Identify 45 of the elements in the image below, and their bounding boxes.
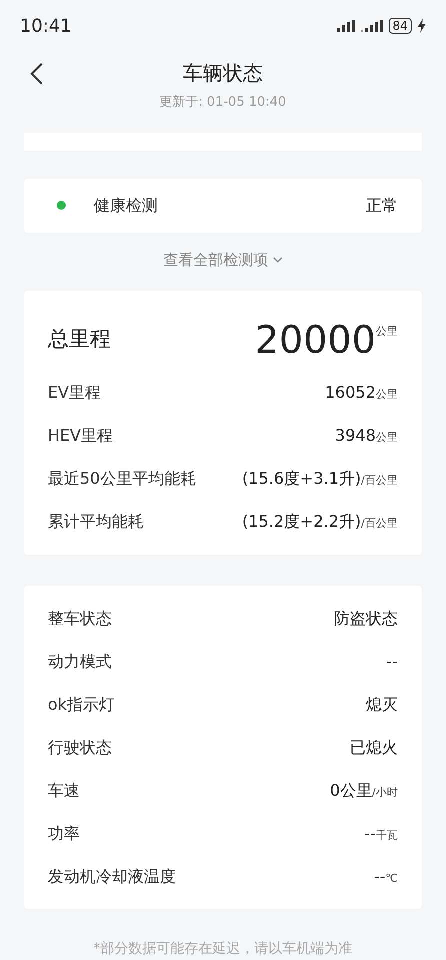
row-value: 熄灭 xyxy=(366,694,398,716)
signal-icon xyxy=(360,20,383,32)
signal-icon xyxy=(336,20,355,32)
row-value: 3948 xyxy=(335,424,376,446)
row-value: (15.6度+3.1升) xyxy=(242,468,362,490)
row-label: ok指示灯 xyxy=(48,694,116,716)
row-label: 行驶状态 xyxy=(48,736,112,758)
unit-label: ℃ xyxy=(386,870,398,886)
unit-label: 公里 xyxy=(376,386,398,402)
chevron-down-icon xyxy=(272,256,282,263)
unit-label: 公里 xyxy=(376,430,398,446)
row-label: 整车状态 xyxy=(48,608,112,630)
row-label: 功率 xyxy=(48,822,80,844)
unit-label: /百公里 xyxy=(361,472,398,488)
health-value: 正常 xyxy=(366,194,398,216)
unit-label: /百公里 xyxy=(361,516,398,532)
unit-label: 公里 xyxy=(376,324,398,340)
status-time: 10:41 xyxy=(20,14,72,38)
row-label: EV里程 xyxy=(48,382,102,404)
row-value: 防盗状态 xyxy=(334,608,398,630)
row-value: -- xyxy=(364,822,376,844)
row-label: 累计平均能耗 xyxy=(48,510,144,532)
total-mileage-label: 总里程 xyxy=(48,326,111,354)
updated-time: 更新于: 01-05 10:40 xyxy=(160,94,286,112)
back-icon[interactable] xyxy=(30,62,44,86)
row-value: 0公里 xyxy=(330,780,372,802)
health-label: 健康检测 xyxy=(94,194,159,216)
row-label: HEV里程 xyxy=(48,424,114,446)
total-mileage-value: 20000 xyxy=(255,318,376,362)
row-value: (15.2度+2.2升) xyxy=(242,510,362,532)
row-value: -- xyxy=(386,650,398,672)
charging-icon xyxy=(418,19,426,33)
row-label: 最近50公里平均能耗 xyxy=(48,468,196,490)
footer-note: *部分数据可能存在延迟，请以车机端为准 xyxy=(94,940,352,959)
row-label: 动力模式 xyxy=(48,650,112,672)
row-value: 已熄火 xyxy=(350,736,398,758)
row-label: 车速 xyxy=(48,780,80,802)
row-value: 16052 xyxy=(325,382,376,404)
unit-label: /小时 xyxy=(372,784,398,800)
row-value: -- xyxy=(374,866,386,888)
row-label: 发动机冷却液温度 xyxy=(48,866,176,888)
battery-level: 84 xyxy=(388,18,412,34)
unit-label: 千瓦 xyxy=(376,828,398,844)
health-card[interactable]: 健康检测 正常 xyxy=(24,178,422,232)
page-title: 车辆状态 xyxy=(183,60,263,87)
